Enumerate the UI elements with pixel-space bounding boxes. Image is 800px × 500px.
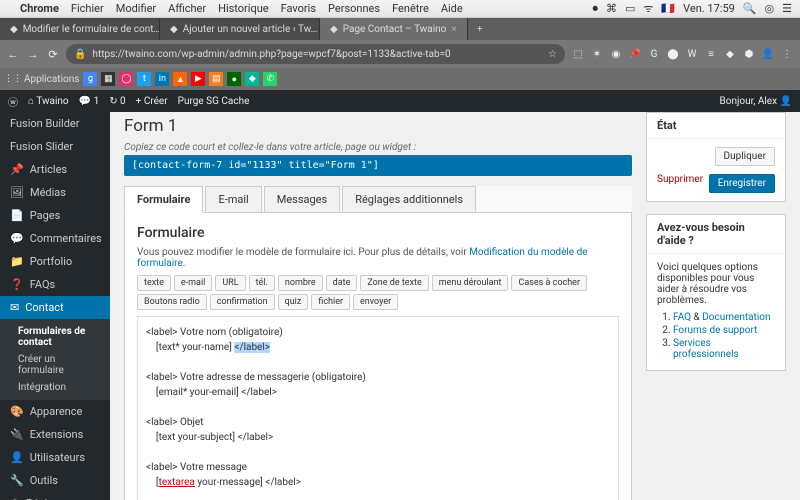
save-button[interactable]: Enregistrer bbox=[709, 174, 775, 193]
tab-3[interactable]: ◆Page Contact – Twaino× bbox=[320, 18, 468, 40]
back-icon[interactable]: ← bbox=[6, 48, 20, 61]
site-icon[interactable]: ⌂ Twaino bbox=[28, 96, 69, 107]
camera-icon[interactable]: ⌘ bbox=[606, 2, 617, 15]
sidebar-item-settings[interactable]: ⚙Réglages bbox=[0, 492, 110, 500]
sidebar-item-extensions[interactable]: 🔌Extensions bbox=[0, 423, 110, 446]
macos-menubar: Chrome Fichier Modifier Afficher Histori… bbox=[0, 0, 800, 18]
siri-icon[interactable]: ◎ bbox=[765, 2, 775, 15]
forward-icon[interactable]: → bbox=[26, 48, 40, 61]
shortcode-hint: Copiez ce code court et collez-le dans v… bbox=[124, 142, 632, 153]
wp-admin-bar: ⓦ ⌂ Twaino 💬 1 ↻ 0 + Créer Purge SG Cach… bbox=[0, 90, 800, 112]
sidebar-item-articles[interactable]: 📌Articles bbox=[0, 158, 110, 181]
comments-count[interactable]: 💬 1 bbox=[79, 96, 100, 107]
sidebar-item-users[interactable]: 👤Utilisateurs bbox=[0, 446, 110, 469]
wifi-icon[interactable]: ᯤ bbox=[643, 1, 653, 16]
wp-icon[interactable]: ⓦ bbox=[8, 94, 18, 109]
clock[interactable]: Ven. 17:59 bbox=[683, 2, 735, 15]
tab-messages[interactable]: Messages bbox=[264, 186, 340, 212]
close-icon[interactable]: × bbox=[451, 24, 456, 35]
star-icon[interactable]: ☆ bbox=[548, 49, 557, 60]
greeting[interactable]: Bonjour, Alex 👤 bbox=[720, 96, 792, 107]
extension-icons: ⬚✶◉📌G⬤W≡◆⬢ 👤⋮ bbox=[571, 49, 794, 60]
bookmarks-bar: ⋮⋮ Applications g ▦ ◯ t in ▲ ▶ ▤ ● ◆ ✆ bbox=[0, 68, 800, 90]
delete-link[interactable]: Supprimer bbox=[657, 174, 703, 185]
tab-email[interactable]: E-mail bbox=[205, 186, 261, 212]
app-name[interactable]: Chrome bbox=[20, 2, 59, 15]
flag-icon[interactable]: 🇫🇷 bbox=[661, 2, 675, 15]
panel-heading: Formulaire bbox=[137, 225, 619, 241]
sidebar-item-pages[interactable]: 📄Pages bbox=[0, 204, 110, 227]
url-bar: ← → ⟳ 🔒https://twaino.com/wp-admin/admin… bbox=[0, 40, 800, 68]
airplay-icon[interactable]: ▭ bbox=[625, 2, 635, 15]
menu-icon[interactable]: ⋮ bbox=[780, 49, 794, 60]
tab-formulaire[interactable]: Formulaire bbox=[124, 186, 203, 213]
tab-1[interactable]: ◆Modifier le formulaire de cont…× bbox=[0, 18, 160, 40]
sidebar-item-appearance[interactable]: 🎨Apparence bbox=[0, 400, 110, 423]
form-panel: Formulaire Vous pouvez modifier le modèl… bbox=[124, 213, 632, 500]
reload-icon[interactable]: ⟳ bbox=[46, 48, 60, 61]
tag-buttons: texte e-mail URL tél. nombre date Zone d… bbox=[137, 275, 619, 310]
state-box: État Dupliquer Supprimer Enregistrer bbox=[646, 112, 786, 202]
form-editor[interactable]: <label> Votre nom (obligatoire) [text* y… bbox=[137, 316, 619, 500]
lock-icon: 🔒 bbox=[74, 49, 86, 60]
wp-sidebar: Fusion Builder Fusion Slider 📌Articles 🖼… bbox=[0, 112, 110, 500]
help-box: Avez-vous besoin d'aide ? Voici quelques… bbox=[646, 214, 786, 371]
sidebar-item-tools[interactable]: 🔧Outils bbox=[0, 469, 110, 492]
notif-icon[interactable]: ☰ bbox=[782, 2, 792, 15]
duplicate-button[interactable]: Dupliquer bbox=[715, 147, 775, 166]
browser-tabs: ◆Modifier le formulaire de cont…× ◆Ajout… bbox=[0, 18, 800, 40]
page-title: Form 1 bbox=[124, 116, 632, 136]
tab-2[interactable]: ◆Ajouter un nouvel article ‹ Tw…× bbox=[160, 18, 320, 40]
new-tab-button[interactable]: + bbox=[468, 18, 492, 40]
sidebar-item-portfolio[interactable]: 📁Portfolio bbox=[0, 250, 110, 273]
avatar-icon[interactable]: 👤 bbox=[761, 49, 775, 60]
shortcode-box[interactable]: [contact-form-7 id="1133" title="Form 1"… bbox=[124, 155, 632, 176]
sidebar-item-fusion-slider[interactable]: Fusion Slider bbox=[0, 135, 110, 158]
panel-desc: Vous pouvez modifier le modèle de formul… bbox=[137, 247, 619, 269]
sidebar-submenu: Formulaires de contact Créer un formulai… bbox=[0, 319, 110, 400]
sidebar-item-contact[interactable]: ✉Contact bbox=[0, 296, 110, 319]
sidebar-item-faqs[interactable]: ❓FAQs bbox=[0, 273, 110, 296]
updates-count[interactable]: ↻ 0 bbox=[109, 96, 125, 107]
form-tabs: Formulaire E-mail Messages Réglages addi… bbox=[124, 186, 632, 213]
tab-reglages[interactable]: Réglages additionnels bbox=[342, 186, 476, 212]
sidebar-item-fusion-builder[interactable]: Fusion Builder bbox=[0, 112, 110, 135]
sidebar-item-medias[interactable]: 🖼Médias bbox=[0, 181, 110, 204]
apps-icon[interactable]: ⋮⋮ bbox=[6, 72, 20, 86]
address-field[interactable]: 🔒https://twaino.com/wp-admin/admin.php?p… bbox=[66, 44, 565, 64]
rec-icon[interactable]: ⏺ bbox=[592, 2, 598, 16]
search-icon[interactable]: 🔍 bbox=[743, 2, 757, 15]
sidebar-item-comments[interactable]: 💬Commentaires bbox=[0, 227, 110, 250]
